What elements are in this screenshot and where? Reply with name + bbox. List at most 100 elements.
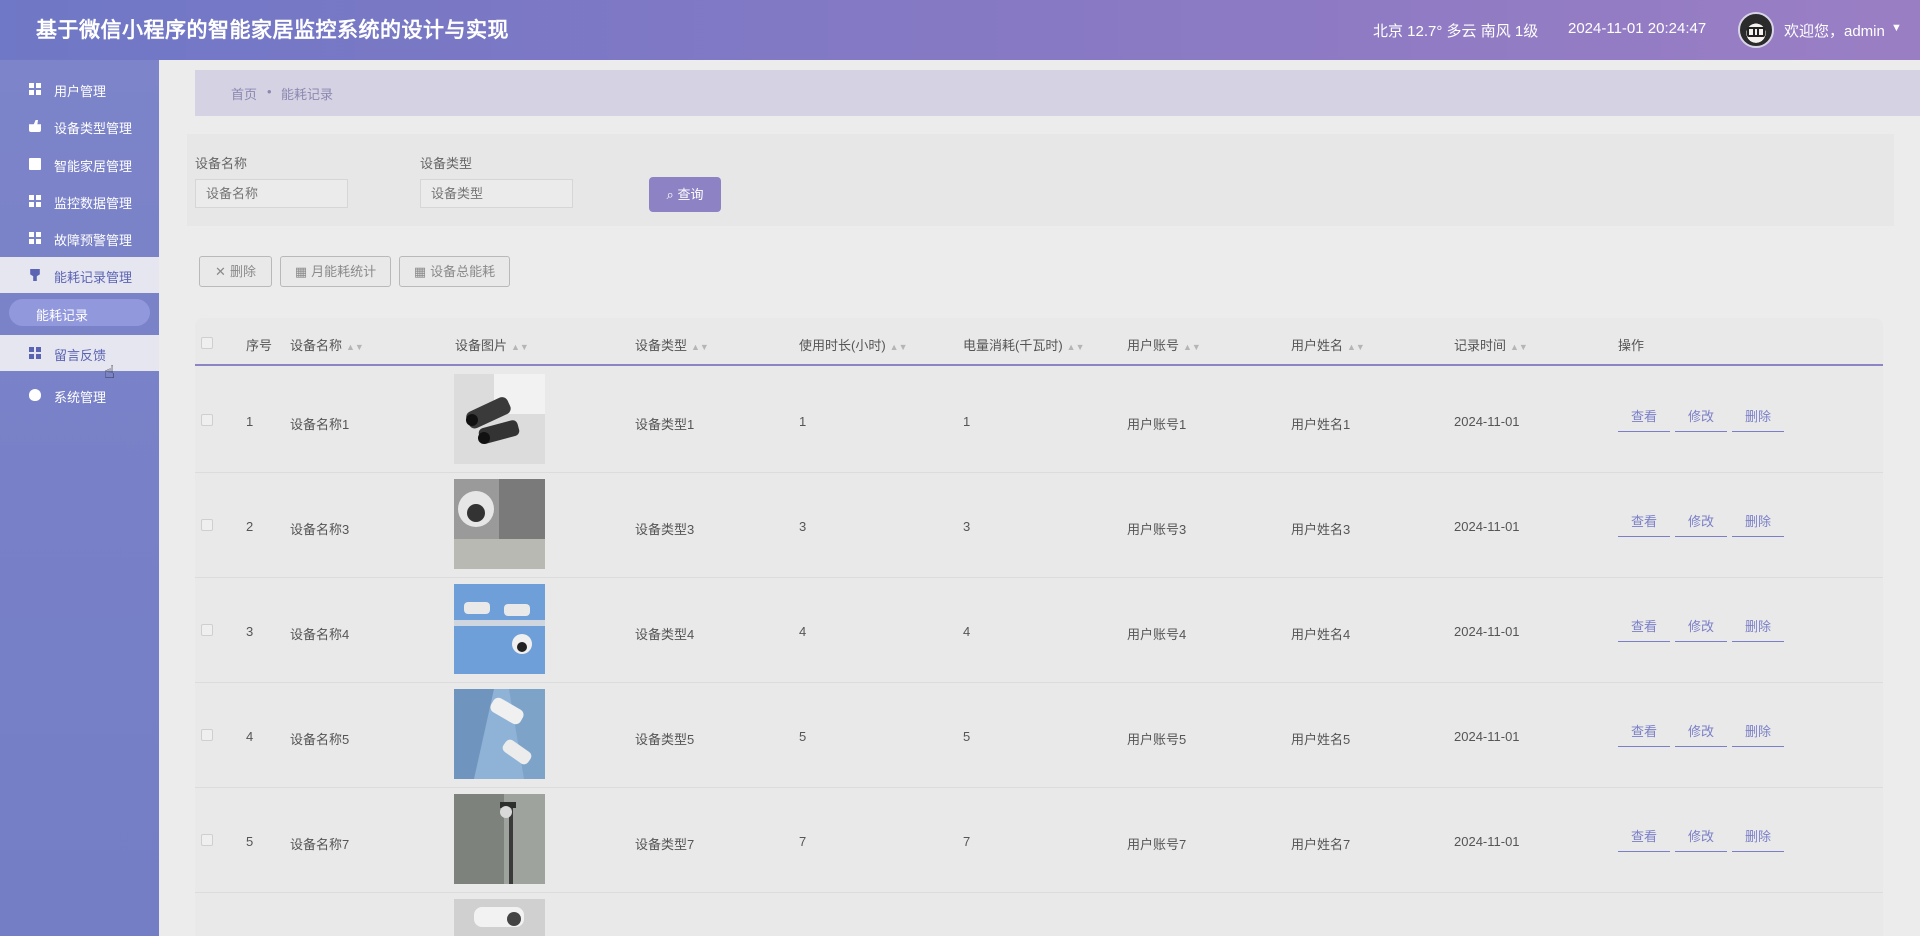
delete-button[interactable]: ✕ 删除 (199, 256, 272, 287)
device-image[interactable] (454, 794, 545, 884)
column-header-label: 设备类型 (635, 338, 688, 353)
sort-icon: ▲▼ (1183, 342, 1201, 352)
sidebar-subitem-energy-record[interactable]: 能耗记录 (9, 299, 150, 326)
sort-icon: ▲▼ (1066, 342, 1085, 352)
view-button[interactable]: 查看 (1618, 824, 1670, 852)
row-delete-button[interactable]: 删除 (1732, 509, 1784, 537)
sort-icon: ▲▼ (691, 342, 709, 352)
sidebar-item-label: 监控数据管理 (54, 196, 133, 211)
cell-device-name: 设备名称1 (290, 417, 350, 432)
cell-user-name: 用户姓名4 (1291, 627, 1351, 642)
cell-power-consumption: 7 (963, 834, 971, 849)
column-header-label: 使用时长(小时) (799, 338, 886, 353)
view-button[interactable]: 查看 (1618, 404, 1670, 432)
cell-user-account: 用户账号7 (1127, 837, 1187, 852)
column-header-record-time[interactable]: 记录时间 ▲▼ (1454, 335, 1528, 354)
view-button[interactable]: 查看 (1618, 614, 1670, 642)
cell-usage-hours: 7 (799, 834, 807, 849)
cell-record-time: 2024-11-01 (1454, 519, 1520, 534)
row-checkbox[interactable] (201, 729, 213, 741)
row-delete-button[interactable]: 删除 (1732, 824, 1784, 852)
cell-device-name: 设备名称4 (290, 627, 350, 642)
table-row (195, 893, 1883, 936)
grid-icon (29, 195, 41, 207)
column-header-user-account[interactable]: 用户账号 ▲▼ (1127, 335, 1201, 354)
device-name-label: 设备名称 (195, 156, 248, 171)
view-button[interactable]: 查看 (1618, 509, 1670, 537)
monthly-energy-stats-button[interactable]: ▦ 月能耗统计 (280, 256, 391, 287)
grid-icon (29, 347, 41, 359)
cell-device-type: 设备类型5 (635, 732, 695, 747)
sidebar-item-label: 用户管理 (54, 84, 107, 99)
column-header-label: 用户账号 (1127, 338, 1180, 353)
edit-button[interactable]: 修改 (1675, 824, 1727, 852)
device-total-energy-button[interactable]: ▦ 设备总能耗 (399, 256, 510, 287)
welcome-user[interactable]: 欢迎您，admin (1784, 20, 1885, 41)
sort-icon: ▲▼ (1510, 342, 1528, 352)
column-header-device-name[interactable]: 设备名称 ▲▼ (290, 335, 364, 354)
table-row: 4 设备名称5 设备类型5 5 5 用户账号5 用户姓名5 2024-11-01… (195, 683, 1883, 788)
column-header-device-image[interactable]: 设备图片 ▲▼ (455, 335, 529, 354)
sidebar-item-feedback[interactable]: 留言反馈 (0, 335, 159, 371)
cell-user-account: 用户账号5 (1127, 732, 1187, 747)
cell-power-consumption: 5 (963, 729, 971, 744)
edit-button[interactable]: 修改 (1675, 404, 1727, 432)
row-checkbox[interactable] (201, 519, 213, 531)
cell-record-time: 2024-11-01 (1454, 624, 1520, 639)
sidebar-item-fault-warning-management[interactable]: 故障预警管理 (0, 220, 159, 256)
row-delete-button[interactable]: 删除 (1732, 614, 1784, 642)
sidebar-item-system-management[interactable]: 系统管理 (0, 377, 159, 413)
row-checkbox[interactable] (201, 834, 213, 846)
thumb-icon (29, 120, 41, 132)
device-image[interactable] (454, 374, 545, 464)
cell-power-consumption: 4 (963, 624, 971, 639)
sidebar-item-energy-record-management[interactable]: 能耗记录管理 (0, 257, 159, 293)
row-checkbox[interactable] (201, 414, 213, 426)
column-header-power-consumption[interactable]: 电量消耗(千瓦时) ▲▼ (963, 335, 1085, 354)
column-header-actions: 操作 (1618, 338, 1645, 353)
edit-button[interactable]: 修改 (1675, 614, 1727, 642)
cell-device-type: 设备类型3 (635, 522, 695, 537)
device-image[interactable] (454, 479, 545, 569)
device-name-input[interactable] (195, 179, 348, 208)
sidebar: 用户管理 设备类型管理 智能家居管理 监控数据管理 故障预警管理 能耗记录管理 … (0, 60, 159, 936)
view-button[interactable]: 查看 (1618, 719, 1670, 747)
device-type-input[interactable] (420, 179, 573, 208)
sidebar-item-device-type-management[interactable]: 设备类型管理 (0, 108, 159, 144)
device-image[interactable] (454, 689, 545, 779)
cell-no: 3 (246, 624, 254, 639)
cell-usage-hours: 1 (799, 414, 807, 429)
sidebar-item-label: 设备类型管理 (54, 121, 133, 136)
query-button[interactable]: ⌕ 查询 (649, 177, 721, 212)
cell-user-account: 用户账号1 (1127, 417, 1187, 432)
avatar[interactable] (1738, 12, 1774, 48)
weather-info: 北京 12.7° 多云 南风 1级 (1373, 23, 1539, 40)
sidebar-item-label: 能耗记录管理 (54, 270, 133, 285)
device-image[interactable] (454, 584, 545, 674)
cell-no: 2 (246, 519, 254, 534)
sidebar-item-monitor-data-management[interactable]: 监控数据管理 (0, 183, 159, 219)
sort-icon: ▲▼ (511, 342, 529, 352)
column-header-user-name[interactable]: 用户姓名 ▲▼ (1291, 335, 1365, 354)
caret-down-icon[interactable]: ▼ (1891, 22, 1902, 34)
sidebar-item-smart-home-management[interactable]: 智能家居管理 (0, 146, 159, 182)
sidebar-item-user-management[interactable]: 用户管理 (0, 71, 159, 107)
device-image[interactable] (454, 899, 545, 936)
select-all-checkbox[interactable] (201, 337, 213, 349)
device-type-label: 设备类型 (420, 156, 473, 171)
row-delete-button[interactable]: 删除 (1732, 404, 1784, 432)
breadcrumb-home[interactable]: 首页 (231, 84, 257, 103)
column-header-label: 设备图片 (455, 338, 508, 353)
edit-button[interactable]: 修改 (1675, 719, 1727, 747)
sidebar-item-label: 故障预警管理 (54, 233, 133, 248)
column-header-usage-hours[interactable]: 使用时长(小时) ▲▼ (799, 335, 908, 354)
edit-button[interactable]: 修改 (1675, 509, 1727, 537)
breadcrumb-current: 能耗记录 (281, 87, 334, 102)
sort-icon: ▲▼ (889, 342, 908, 352)
row-checkbox[interactable] (201, 624, 213, 636)
row-delete-button[interactable]: 删除 (1732, 719, 1784, 747)
column-header-device-type[interactable]: 设备类型 ▲▼ (635, 335, 709, 354)
monthly-energy-stats-label: 月能耗统计 (311, 264, 377, 279)
top-header: 基于微信小程序的智能家居监控系统的设计与实现 北京 12.7° 多云 南风 1级… (0, 0, 1920, 60)
cell-device-type: 设备类型4 (635, 627, 695, 642)
